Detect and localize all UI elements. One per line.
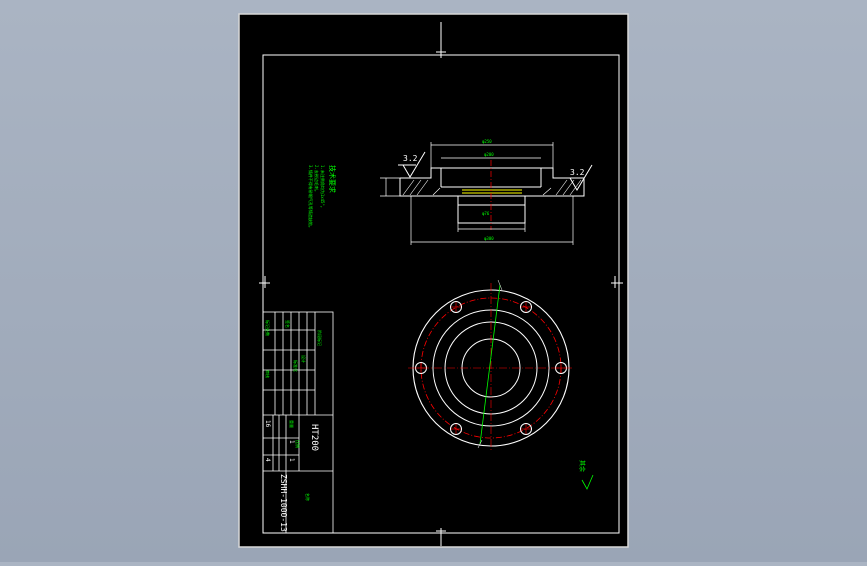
svg-text:1.未注倒角均为1x45°。: 1.未注倒角均为1x45°。 (320, 165, 326, 210)
svg-text:φ300: φ300 (484, 236, 494, 241)
svg-text:标记处数: 标记处数 (265, 320, 271, 336)
svg-text:2.去锐边毛刺。: 2.去锐边毛刺。 (314, 165, 320, 194)
svg-text:φ200: φ200 (484, 152, 494, 157)
roughness-label-left: 3.2 (403, 154, 418, 163)
svg-text:名称: 名称 (305, 493, 311, 501)
svg-text:技术要求: 技术要求 (328, 165, 337, 193)
svg-text:4: 4 (264, 458, 271, 462)
svg-text:其余: 其余 (578, 460, 586, 472)
svg-text:审核: 审核 (265, 370, 271, 378)
roughness-label-right: 3.2 (570, 168, 585, 177)
svg-text:重量: 重量 (289, 420, 295, 428)
drawing-sheet (238, 13, 629, 548)
svg-text:1: 1 (288, 458, 295, 462)
drawing-number: ZSHH-1000-13 (279, 474, 288, 532)
svg-text:签名: 签名 (285, 320, 291, 328)
svg-text:1: 1 (288, 440, 295, 444)
svg-text:阶段标记: 阶段标记 (317, 330, 323, 346)
svg-text:标准化: 标准化 (293, 360, 299, 372)
svg-text:设计: 设计 (301, 355, 307, 363)
scale-label: 比例 (295, 440, 301, 448)
cad-viewport: φ250 φ200 φ76 φ300 3.2 3.2 技术要求 1.未注倒角均为… (0, 0, 867, 562)
material-label: HT200 (309, 424, 319, 451)
svg-text:φ250: φ250 (482, 139, 492, 144)
cad-drawing-canvas: φ250 φ200 φ76 φ300 3.2 3.2 技术要求 1.未注倒角均为… (238, 13, 629, 548)
svg-text:16: 16 (264, 420, 271, 428)
svg-text:3.铸件不得有砂眼气孔等铸造缺陷。: 3.铸件不得有砂眼气孔等铸造缺陷。 (308, 165, 314, 230)
svg-text:φ76: φ76 (482, 211, 490, 216)
